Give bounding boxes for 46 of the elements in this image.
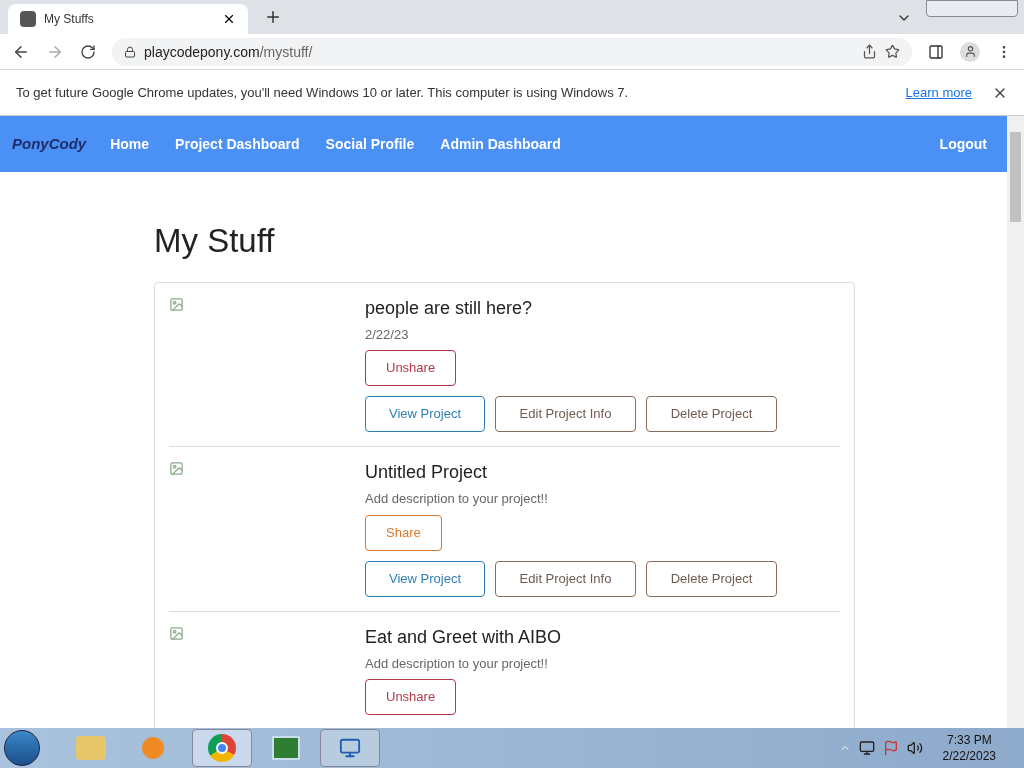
tab-title: My Stuffs bbox=[44, 11, 95, 27]
profile-icon[interactable] bbox=[960, 41, 980, 62]
clock-time: 7:33 PM bbox=[946, 732, 992, 748]
nav-link[interactable]: Home bbox=[110, 133, 150, 155]
network-icon[interactable] bbox=[858, 740, 875, 756]
project-action-button[interactable]: View Project bbox=[365, 396, 485, 432]
broken-image-icon bbox=[169, 625, 184, 641]
share-button[interactable]: Unshare bbox=[365, 350, 457, 386]
nav-link[interactable]: Project Dashboard bbox=[175, 133, 300, 155]
project-action-button[interactable]: View Project bbox=[365, 560, 485, 597]
infobar-message: To get future Google Chrome updates, you'll need Windows 10 or later. This computer is using Windows 7. bbox=[16, 83, 630, 102]
project-action-button[interactable]: Delete Project bbox=[646, 396, 777, 432]
logo[interactable]: PonyCody bbox=[12, 132, 87, 156]
share-button[interactable]: Share bbox=[365, 514, 442, 551]
share-icon[interactable] bbox=[862, 44, 877, 59]
page-title: My Stuff bbox=[154, 221, 276, 261]
project-action-button[interactable]: Edit Project Info bbox=[495, 396, 636, 432]
project-action-button[interactable]: Delete Project bbox=[646, 560, 777, 597]
logout-link[interactable]: Logout bbox=[939, 133, 987, 155]
star-icon[interactable] bbox=[885, 44, 900, 59]
address-bar[interactable]: playcodepony.com/mystuff/ bbox=[112, 37, 912, 66]
learn-more-link[interactable]: Learn more bbox=[905, 82, 972, 103]
start-button[interactable] bbox=[4, 730, 40, 766]
project-subtitle: Add description to your project!! bbox=[365, 490, 549, 508]
project-title: Eat and Greet with AIBO bbox=[365, 625, 562, 648]
broken-image-icon bbox=[169, 296, 184, 312]
volume-icon[interactable] bbox=[906, 740, 923, 756]
lock-icon bbox=[124, 45, 136, 58]
nav-link[interactable]: Social Profile bbox=[325, 133, 415, 155]
new-tab-icon[interactable] bbox=[264, 8, 282, 26]
reload-icon[interactable] bbox=[80, 43, 96, 60]
project-title: Untitled Project bbox=[365, 461, 489, 483]
clock-date: 2/22/2023 bbox=[942, 748, 996, 764]
share-button[interactable]: Unshare bbox=[365, 679, 457, 715]
broken-image-icon bbox=[169, 461, 184, 476]
close-icon[interactable] bbox=[222, 12, 236, 26]
project-action-button[interactable]: Edit Project Info bbox=[495, 560, 636, 597]
browser-tab[interactable]: My Stuffs bbox=[8, 4, 248, 34]
scrollbar[interactable] bbox=[1007, 116, 1024, 728]
chrome-icon[interactable] bbox=[192, 729, 252, 767]
project-subtitle: Add description to your project!! bbox=[365, 654, 549, 673]
url-text: playcodepony.com/mystuff/ bbox=[144, 42, 314, 62]
project-subtitle: 2/22/23 bbox=[365, 325, 410, 344]
side-panel-icon[interactable] bbox=[928, 43, 944, 60]
nav-link[interactable]: Admin Dashboard bbox=[440, 133, 561, 155]
project-title: people are still here? bbox=[365, 296, 534, 319]
